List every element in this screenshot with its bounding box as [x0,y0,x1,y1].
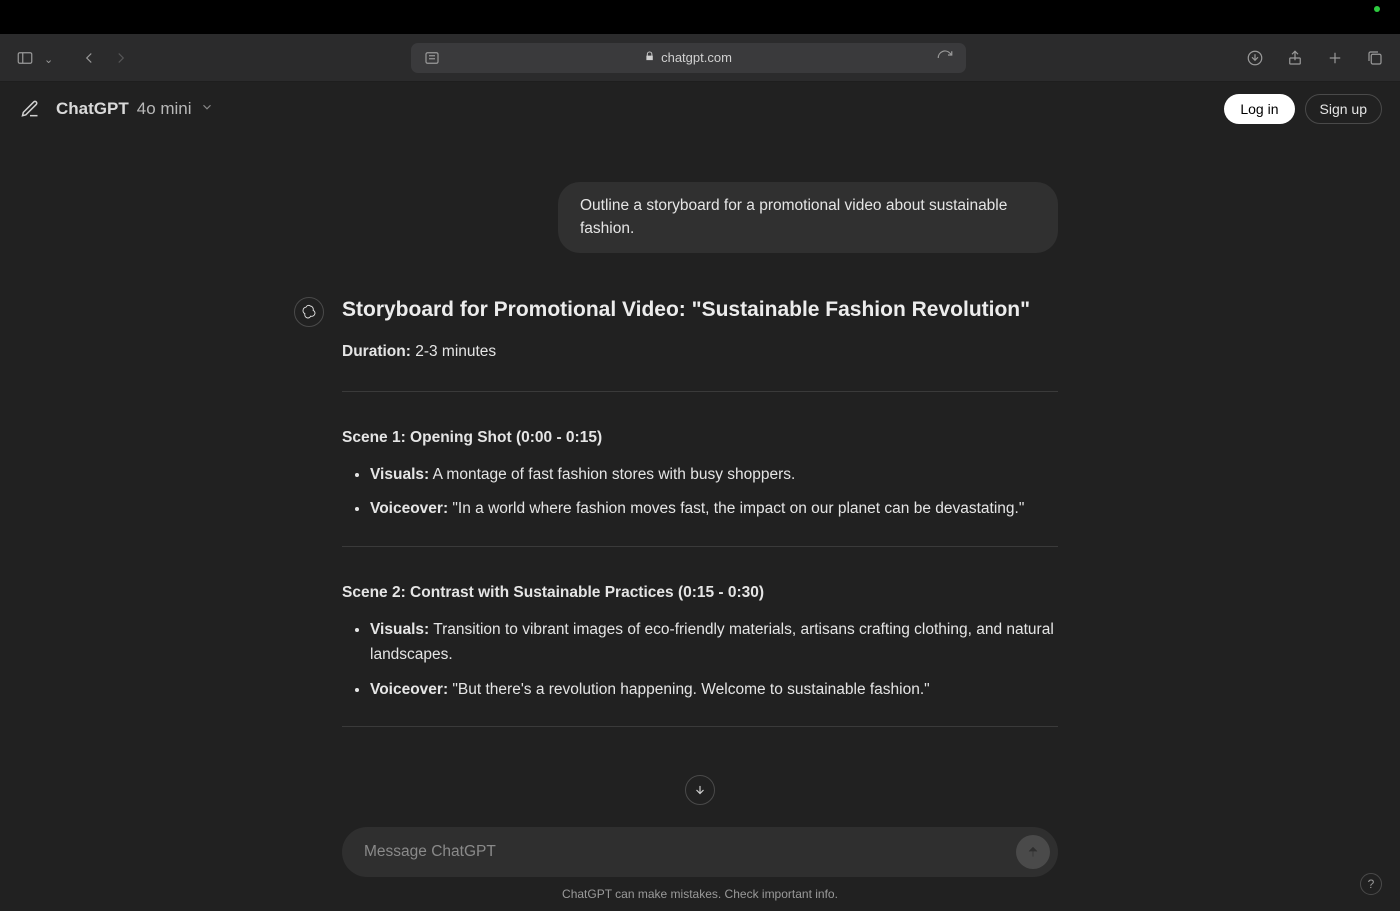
url-text: chatgpt.com [661,50,732,65]
lock-icon [644,50,655,65]
scene-heading: Scene 2: Contrast with Sustainable Pract… [342,581,1058,606]
mac-titlebar [0,0,1400,34]
user-message-bubble: Outline a storyboard for a promotional v… [558,182,1058,253]
message-input[interactable] [364,843,1016,861]
chevron-down-icon [200,99,214,119]
page-body: ChatGPT 4o mini Log in Sign up Outline a… [0,82,1400,911]
sidebar-toggle-icon[interactable] [14,47,36,69]
new-chat-icon[interactable] [18,97,42,121]
assistant-message-row: Storyboard for Promotional Video: "Susta… [342,293,1058,762]
duration-value: 2-3 minutes [411,343,496,360]
nav-forward-icon[interactable] [110,47,132,69]
sidebar-menu-chevron-icon[interactable]: ⌄ [44,53,54,66]
separator [342,726,1058,727]
assistant-avatar-icon [294,297,324,327]
list-item: Voiceover: "In a world where fashion mov… [370,497,1058,522]
list-item: Visuals: Transition to vibrant images of… [370,618,1058,668]
scene-heading: Scene 1: Opening Shot (0:00 - 0:15) [342,426,1058,451]
new-tab-icon[interactable] [1324,47,1346,69]
app-header: ChatGPT 4o mini Log in Sign up [0,82,1400,136]
composer-area [0,827,1400,877]
disclaimer-text: ChatGPT can make mistakes. Check importa… [0,887,1400,901]
login-button[interactable]: Log in [1224,94,1294,124]
brand-label: ChatGPT [56,99,129,119]
share-icon[interactable] [1284,47,1306,69]
response-title: Storyboard for Promotional Video: "Susta… [342,293,1058,327]
list-item: Visuals: A montage of fast fashion store… [370,463,1058,488]
tabs-overview-icon[interactable] [1364,47,1386,69]
nav-back-icon[interactable] [78,47,100,69]
signup-button[interactable]: Sign up [1305,94,1382,124]
duration-line: Duration: 2-3 minutes [342,340,1058,365]
composer[interactable] [342,827,1058,877]
duration-label: Duration: [342,343,411,360]
send-button[interactable] [1016,835,1050,869]
scroll-to-bottom-button[interactable] [685,775,715,805]
model-suffix: 4o mini [137,99,192,119]
conversation-area: Outline a storyboard for a promotional v… [0,142,1400,811]
assistant-content: Storyboard for Promotional Video: "Susta… [342,293,1058,762]
window-status-dot [1374,6,1380,12]
address-bar[interactable]: chatgpt.com [411,43,966,73]
user-message-row: Outline a storyboard for a promotional v… [342,182,1058,253]
browser-toolbar: ⌄ chatgpt.com [0,34,1400,82]
help-button[interactable]: ? [1360,873,1382,895]
list-item: Voiceover: "But there's a revolution hap… [370,678,1058,703]
reader-mode-icon[interactable] [421,47,443,69]
scene-list: Visuals: A montage of fast fashion store… [342,463,1058,523]
model-switcher[interactable]: ChatGPT 4o mini [56,99,214,119]
scene-list: Visuals: Transition to vibrant images of… [342,618,1058,702]
reload-icon[interactable] [934,47,956,69]
separator [342,391,1058,392]
downloads-icon[interactable] [1244,47,1266,69]
separator [342,546,1058,547]
